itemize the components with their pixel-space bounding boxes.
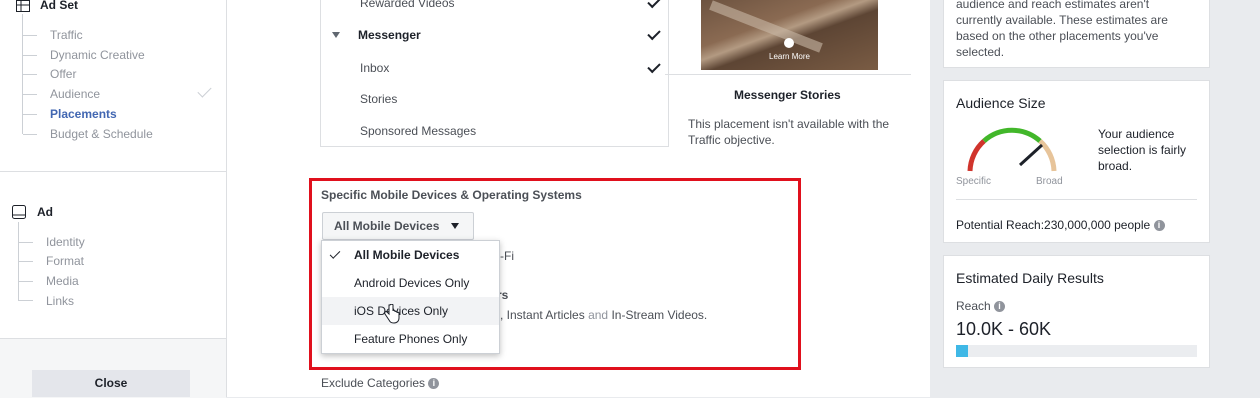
reach-value: 10.0K - 60K [956,319,1052,339]
potential-reach: Potential Reach:230,000,000 people i [956,217,1165,233]
reach-label-text: Reach [956,299,991,313]
sidebar-item-offer[interactable]: Offer [50,67,76,81]
exclude-categories-text: Exclude Categories [321,376,426,390]
sidebar-item-identity[interactable]: Identity [46,235,85,249]
preview-note: This placement isn't available with the … [688,117,890,147]
learn-more-link[interactable]: Learn More [701,52,878,61]
placement-row-rewarded-videos[interactable]: Rewarded Videos [321,0,668,14]
placement-row-messenger[interactable]: Messenger [321,26,668,46]
info-icon[interactable]: i [428,378,440,390]
placement-label: Rewarded Videos [360,0,455,10]
placement-checklist: Rewarded Videos Messenger Inbox Stories … [320,0,669,147]
sidebar-item-traffic[interactable]: Traffic [50,28,83,42]
audience-size-card: Audience Size Specific Broad Your audien… [943,80,1210,243]
sidebar-item-budget-schedule[interactable]: Budget & Schedule [50,127,153,141]
placement-row-inbox[interactable]: Inbox [321,59,668,79]
info-icon[interactable]: i [1153,220,1165,232]
audience-desc-line2: selection is fairly [1098,143,1187,157]
exclude-categories-label[interactable]: Exclude Categories i [321,376,440,390]
adset-icon [16,0,30,12]
ad-title[interactable]: Ad [37,205,53,219]
daily-results-card: Estimated Daily Results Reach i 10.0K - … [943,255,1210,368]
check-icon[interactable] [647,26,661,41]
reach-bar-fill [956,345,969,357]
sidebar-item-links[interactable]: Links [46,294,74,308]
placement-row-stories[interactable]: Stories [321,92,668,110]
estimate-note-card: audience and reach estimates aren't curr… [943,0,1210,68]
placement-group-label: Messenger [358,28,421,42]
info-icon[interactable]: i [994,301,1006,313]
preview-image: Learn More [701,0,878,70]
audience-desc-line3: broad. [1098,159,1133,173]
sidebar-item-audience[interactable]: Audience [50,87,100,101]
placement-label: Stories [360,92,398,106]
ad-icon [12,205,26,219]
estimate-note-line3: based on the other placements you've [956,29,1159,43]
placement-label: Inbox [360,61,390,75]
estimate-note-line1: audience and reach estimates aren't [956,0,1150,11]
sidebar-item-placements[interactable]: Placements [50,107,117,121]
check-icon[interactable] [647,59,661,74]
reach-bar-track [956,345,1197,357]
daily-results-title: Estimated Daily Results [956,270,1104,286]
highlight-box [309,178,801,370]
audience-gauge [967,127,1057,172]
estimate-note-line2: currently available. These estimates are [956,13,1168,27]
preview-title: Messenger Stories [734,88,841,102]
gauge-label-broad: Broad [1036,176,1063,187]
gauge-label-specific: Specific [956,176,992,187]
audience-complete-check-icon [197,83,212,98]
sidebar-item-media[interactable]: Media [46,274,79,288]
check-icon[interactable] [647,0,661,9]
audience-divider [956,199,1197,200]
placement-label: Sponsored Messages [360,124,477,138]
sidebar-item-dynamic-creative[interactable]: Dynamic Creative [50,48,145,62]
estimate-note-line4: selected. [956,45,1005,59]
sidebar-item-format[interactable]: Format [46,254,84,268]
reach-label: Reach i [956,298,1006,314]
sidebar-divider [0,171,226,172]
placement-row-sponsored-messages[interactable]: Sponsored Messages [321,124,668,142]
audience-size-title: Audience Size [956,95,1046,111]
adset-title[interactable]: Ad Set [40,0,78,12]
learn-more-icon [784,38,794,48]
collapse-triangle-icon[interactable] [332,32,340,38]
close-button[interactable]: Close [32,370,190,397]
audience-desc-line1: Your audience [1098,127,1175,141]
potential-reach-text: Potential Reach:230,000,000 people [956,218,1151,232]
